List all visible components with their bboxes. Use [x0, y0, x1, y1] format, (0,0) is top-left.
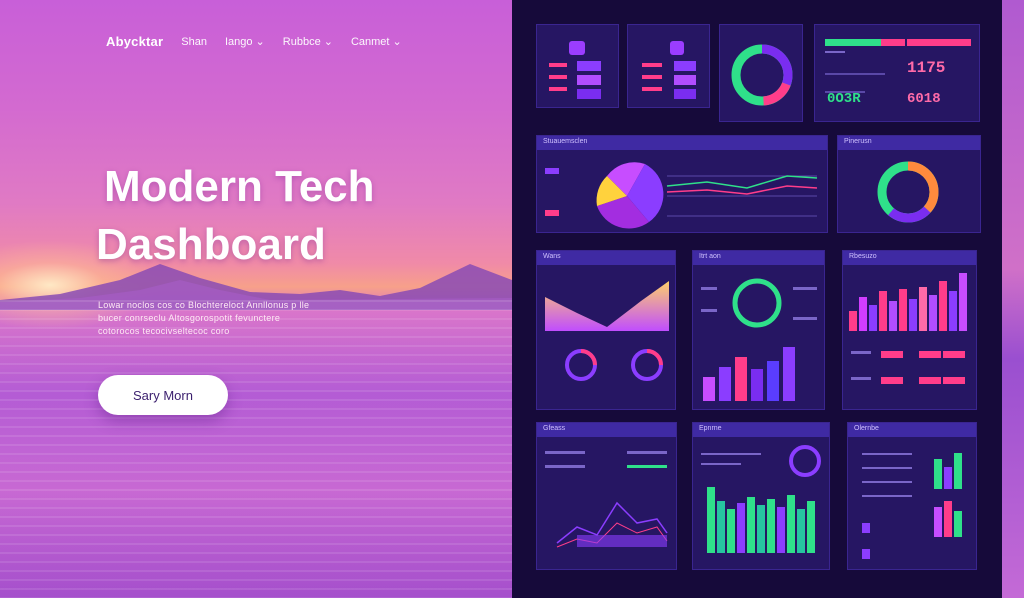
hero-title-line1: Modern Tech — [104, 162, 375, 211]
stat-value-2: 0O3R — [827, 91, 861, 107]
dashboard-preview: 1175 0O3R 6018 Stuauemsclen Pinerusn Wan… — [512, 0, 1002, 598]
green-panel: Epnrne — [692, 422, 830, 570]
area-panel: Wans — [536, 250, 676, 410]
nav-item-shan[interactable]: Shan — [181, 36, 207, 48]
donut-panel: Pinerusn — [837, 135, 981, 233]
stats-bars-graphic — [825, 39, 971, 93]
hero-title: Modern Tech Dashboard — [96, 158, 375, 274]
bar-chart-graphic — [849, 273, 967, 384]
tile-2-graphic — [642, 41, 696, 99]
area-chart-graphic — [545, 281, 669, 381]
nav-item-canmet[interactable]: Canmet ⌄ — [351, 35, 402, 48]
stat-value-3: 6018 — [907, 91, 941, 107]
stat-value-1: 1175 — [907, 59, 946, 77]
report-panel: Olernbe — [847, 422, 977, 570]
donut-panel-graphic — [877, 161, 939, 223]
hero-desc-line3: cotorocos tecocivseltecoc coro — [98, 326, 230, 336]
bars-panel: Rbesuzo — [842, 250, 977, 410]
tile-1-graphic — [549, 41, 601, 99]
chart-panel: Stuauemsclen — [536, 135, 828, 233]
hero-section: Abycktar Shan Iango ⌄ Rubbce ⌄ Canmet ⌄ … — [0, 0, 512, 598]
nav-item-iango[interactable]: Iango ⌄ — [225, 35, 265, 48]
hero-description: Lowar noclos cos co Blochtereloct Annllo… — [98, 299, 348, 338]
mini-line-graphic — [545, 451, 668, 548]
ring-panel: Itrt aon — [692, 250, 825, 410]
brand-logo[interactable]: Abycktar — [106, 34, 163, 49]
cta-button[interactable]: Sary Morn — [98, 375, 228, 415]
hero-desc-line2: bucer conrseclu Altosgorospotit fevuncte… — [98, 313, 281, 323]
ring-and-bars-graphic — [701, 278, 817, 401]
nav-item-rubbce[interactable]: Rubbce ⌄ — [283, 35, 333, 48]
report-graphic — [862, 453, 962, 559]
stat-tile-1 — [536, 24, 619, 108]
stat-tile-2 — [627, 24, 710, 108]
background-edge — [1002, 0, 1024, 598]
water-surface — [0, 300, 512, 598]
donut-tile — [719, 24, 803, 122]
hero-title-line2: Dashboard — [96, 220, 326, 269]
mini-panel: Gfeass — [536, 422, 677, 570]
green-bars-graphic — [701, 445, 821, 553]
pie-and-lines-graphic — [545, 162, 818, 229]
donut-chart-graphic — [731, 44, 793, 106]
stats-tile: 1175 0O3R 6018 — [814, 24, 980, 122]
top-nav: Abycktar Shan Iango ⌄ Rubbce ⌄ Canmet ⌄ — [106, 34, 402, 49]
hero-desc-line1: Lowar noclos cos co Blochtereloct Annllo… — [98, 300, 310, 310]
